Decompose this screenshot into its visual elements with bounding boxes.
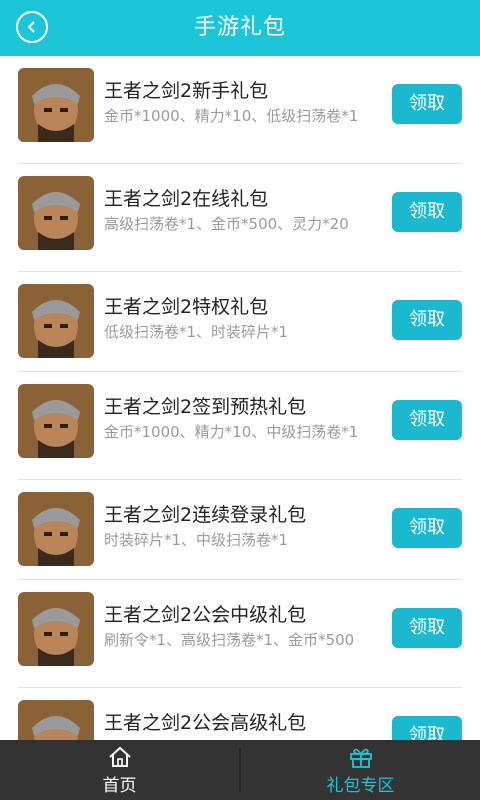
gift-row: 王者之剑2连续登录礼包 时装碎片*1、中级扫荡卷*1 领取 <box>18 480 462 580</box>
game-icon <box>18 492 94 566</box>
nav-gifts-label: 礼包专区 <box>326 775 395 796</box>
gift-desc: 金币*1000、精力*10、中级扫荡卷*1 <box>104 423 359 441</box>
game-icon <box>18 700 94 740</box>
gift-row: 王者之剑2特权礼包 低级扫荡卷*1、时装碎片*1 领取 <box>18 272 462 372</box>
gift-icon <box>349 748 372 768</box>
gift-row: 王者之剑2在线礼包 高级扫荡卷*1、金币*500、灵力*20 领取 <box>18 164 462 272</box>
gift-title: 王者之剑2公会中级礼包 <box>104 604 307 626</box>
gift-title: 王者之剑2公会高级礼包 <box>104 712 307 734</box>
gift-desc: 高级扫荡卷*1、金币*500、灵力*20 <box>104 215 349 233</box>
gift-desc: 刷新令*1、高级扫荡卷*1、金币*500 <box>104 631 355 649</box>
gift-list: 王者之剑2新手礼包 金币*1000、精力*10、低级扫荡卷*1 领取 王者之剑2… <box>0 56 480 740</box>
gift-title: 王者之剑2特权礼包 <box>104 296 269 318</box>
gift-desc: 低级扫荡卷*1、时装碎片*1 <box>104 323 289 341</box>
game-icon <box>18 284 94 358</box>
gift-title: 王者之剑2签到预热礼包 <box>104 396 307 418</box>
claim-button[interactable]: 领取 <box>392 716 462 740</box>
claim-button[interactable]: 领取 <box>392 608 462 648</box>
claim-button[interactable]: 领取 <box>392 508 462 548</box>
gift-row: 王者之剑2公会中级礼包 刷新令*1、高级扫荡卷*1、金币*500 领取 <box>18 580 462 688</box>
home-icon <box>108 746 131 767</box>
bottom-navigation: 首页 礼包专区 <box>0 740 480 800</box>
nav-gifts[interactable]: 礼包专区 <box>241 740 480 800</box>
nav-home[interactable]: 首页 <box>0 740 239 800</box>
gift-row: 王者之剑2新手礼包 金币*1000、精力*10、低级扫荡卷*1 领取 <box>18 56 462 164</box>
claim-button[interactable]: 领取 <box>392 192 462 232</box>
nav-home-label: 首页 <box>102 775 137 796</box>
gift-desc: 时装碎片*1、中级扫荡卷*1 <box>104 531 289 549</box>
gift-desc: 金币*1000、精力*10、低级扫荡卷*1 <box>104 107 359 125</box>
gift-title: 王者之剑2在线礼包 <box>104 188 269 210</box>
game-icon <box>18 384 94 458</box>
gift-title: 王者之剑2新手礼包 <box>104 80 269 102</box>
app-header: 手游礼包 <box>0 0 480 56</box>
game-icon <box>18 592 94 666</box>
gift-row: 王者之剑2签到预热礼包 金币*1000、精力*10、中级扫荡卷*1 领取 <box>18 372 462 480</box>
game-icon <box>18 176 94 250</box>
claim-button[interactable]: 领取 <box>392 300 462 340</box>
gift-row: 王者之剑2公会高级礼包 领取 <box>18 688 462 740</box>
page-title: 手游礼包 <box>193 15 286 40</box>
claim-button[interactable]: 领取 <box>392 84 462 124</box>
gift-title: 王者之剑2连续登录礼包 <box>104 504 307 526</box>
claim-button[interactable]: 领取 <box>392 400 462 440</box>
game-icon <box>18 68 94 142</box>
